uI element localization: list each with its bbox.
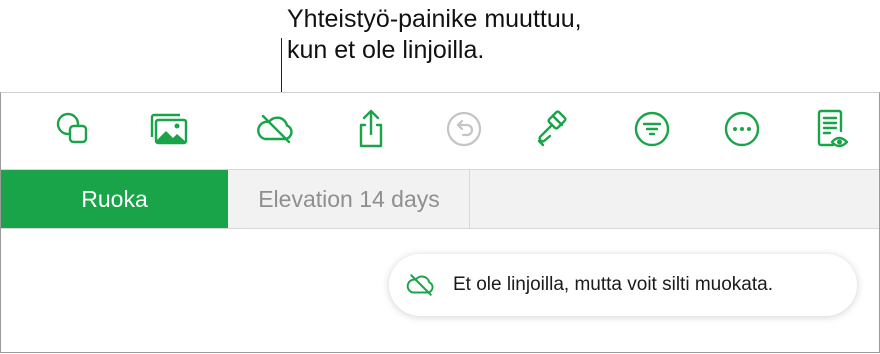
shapes-icon: [56, 112, 88, 144]
undo-button[interactable]: [442, 107, 486, 151]
photos-icon: [150, 113, 188, 145]
cloud-slash-icon: [257, 114, 293, 144]
more-button[interactable]: [720, 107, 764, 151]
share-icon: [359, 109, 383, 148]
share-button[interactable]: [349, 107, 393, 151]
cloud-slash-icon: [406, 274, 434, 296]
undo-icon: [446, 111, 482, 147]
tab-elevation-14-days[interactable]: Elevation 14 days: [229, 170, 470, 228]
document-eye-icon: [817, 109, 849, 148]
toolbar: [1, 93, 879, 169]
ellipsis-icon: [724, 111, 760, 147]
paintbrush-icon: [537, 110, 567, 147]
format-button[interactable]: [529, 107, 573, 151]
reading-view-button[interactable]: [809, 107, 853, 151]
callout-text: Yhteistyö-painike muuttuu, kun et ole li…: [287, 5, 582, 64]
filter-icon: [634, 111, 670, 147]
collaborate-offline-button[interactable]: [254, 107, 298, 151]
app-window: Ruoka Elevation 14 days Et ole linjoilla…: [0, 92, 880, 353]
offline-notice-text: Et ole linjoilla, mutta voit silti muoka…: [453, 274, 773, 295]
sheet-tabs: Ruoka Elevation 14 days: [1, 169, 879, 229]
offline-notice-icon-wrap: [403, 267, 439, 303]
offline-notice: Et ole linjoilla, mutta voit silti muoka…: [389, 254, 857, 316]
tab-ruoka[interactable]: Ruoka: [1, 170, 228, 228]
shapes-button[interactable]: [51, 107, 95, 151]
organize-button[interactable]: [630, 107, 674, 151]
media-button[interactable]: [146, 107, 190, 151]
